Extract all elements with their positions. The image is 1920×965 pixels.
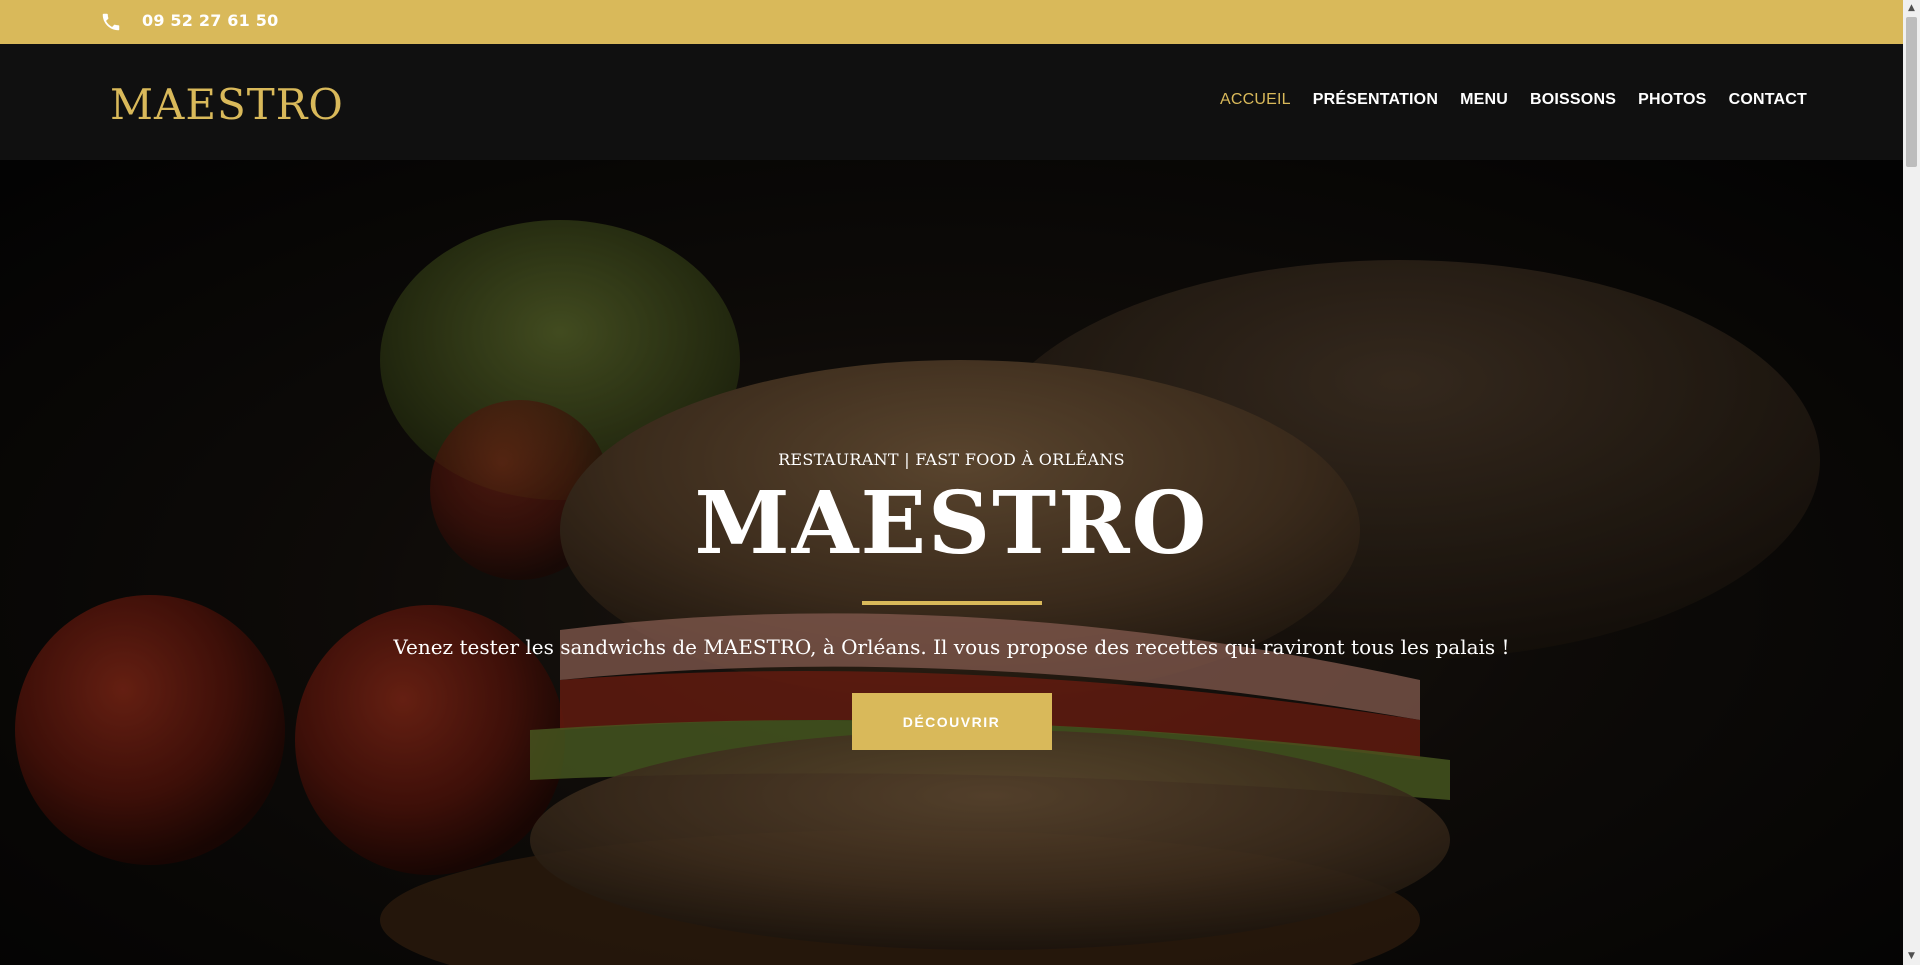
scroll-down-arrow-icon[interactable]: ▼ (1903, 948, 1920, 965)
hero-content: RESTAURANT | FAST FOOD À ORLÉANS MAESTRO… (0, 450, 1903, 750)
page: 09 52 27 61 50 MAESTRO ACCUEIL PRÉSENTAT… (0, 0, 1920, 965)
nav-item-photos[interactable]: PHOTOS (1638, 91, 1706, 109)
hero-section: RESTAURANT | FAST FOOD À ORLÉANS MAESTRO… (0, 160, 1903, 965)
nav-item-boissons[interactable]: BOISSONS (1530, 91, 1616, 109)
discover-button[interactable]: DÉCOUVRIR (851, 693, 1052, 750)
main-nav: ACCUEIL PRÉSENTATION MENU BOISSONS PHOTO… (1220, 91, 1807, 109)
top-bar: 09 52 27 61 50 (0, 0, 1903, 44)
nav-item-contact[interactable]: CONTACT (1729, 91, 1807, 109)
logo[interactable]: MAESTRO (110, 80, 344, 129)
hero-description: Venez tester les sandwichs de MAESTRO, à… (393, 635, 1510, 659)
scroll-up-arrow-icon[interactable]: ▲ (1903, 0, 1920, 17)
phone-icon (102, 13, 120, 31)
hero-subtitle: RESTAURANT | FAST FOOD À ORLÉANS (778, 450, 1125, 469)
nav-item-menu[interactable]: MENU (1460, 91, 1508, 109)
nav-item-accueil[interactable]: ACCUEIL (1220, 91, 1291, 109)
scrollbar-thumb[interactable] (1906, 17, 1917, 167)
scrollbar[interactable]: ▲ ▼ (1903, 0, 1920, 965)
site-header: MAESTRO ACCUEIL PRÉSENTATION MENU BOISSO… (0, 44, 1903, 160)
hero-title: MAESTRO (694, 473, 1209, 574)
nav-item-presentation[interactable]: PRÉSENTATION (1313, 91, 1438, 109)
hero-divider (861, 601, 1042, 605)
phone-number[interactable]: 09 52 27 61 50 (142, 11, 278, 30)
